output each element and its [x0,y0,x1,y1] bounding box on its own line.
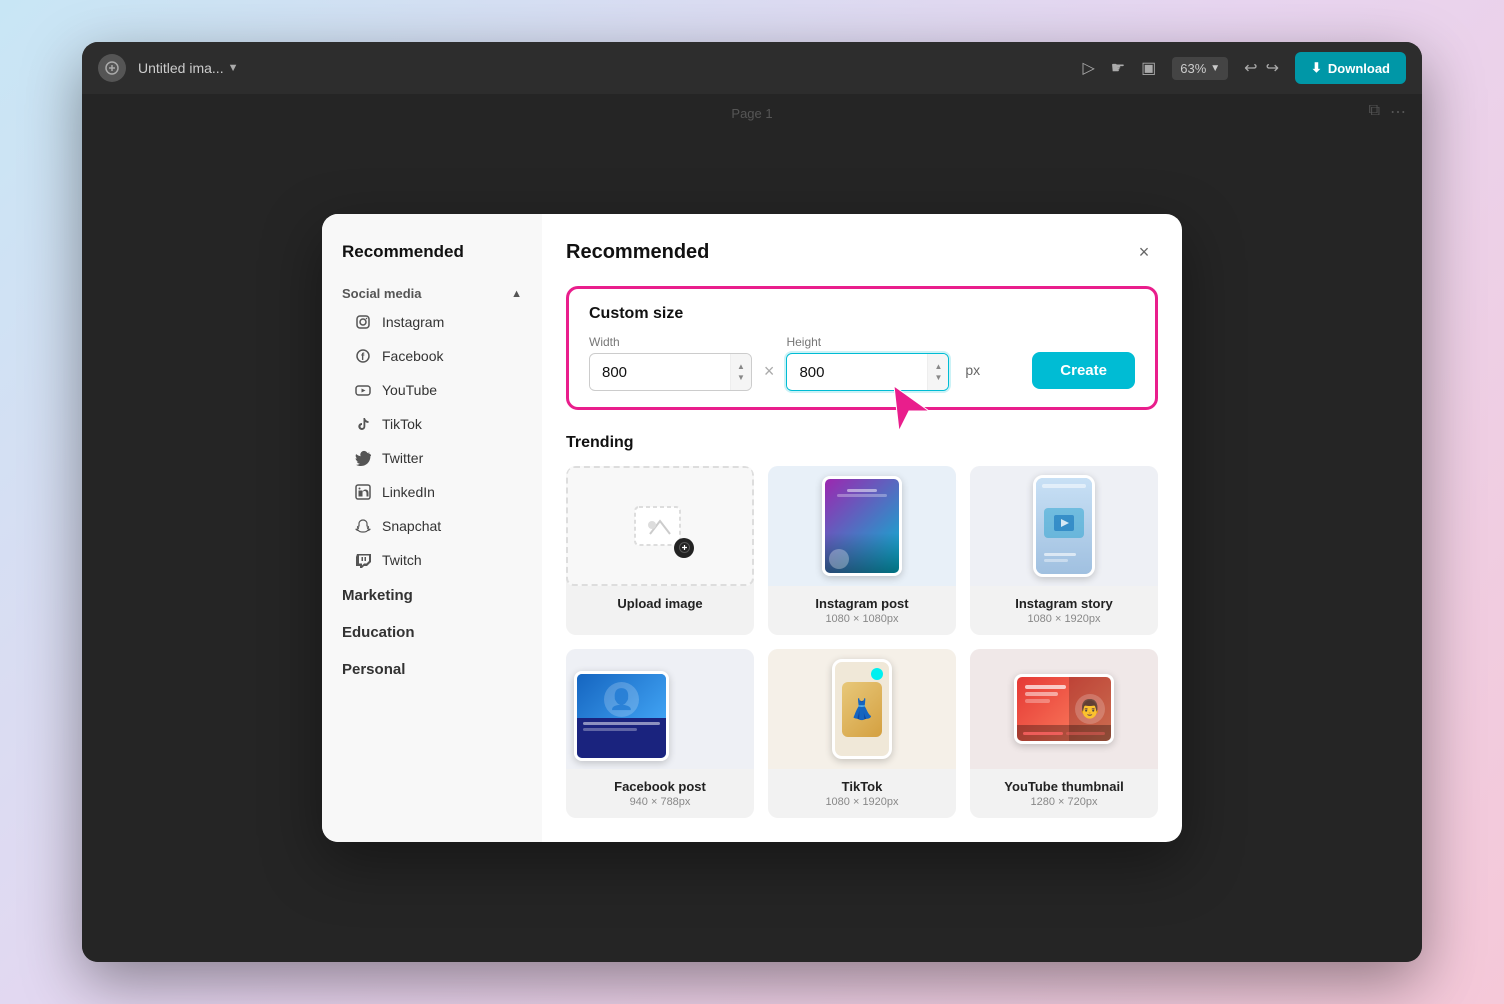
template-preview-facebook-post: 👤 [566,649,754,769]
sidebar-item-label: TikTok [382,416,422,432]
template-preview-instagram-story [970,466,1158,586]
top-bar-controls: ▷ ☛ ▣ 63% ▼ ↩ ↪ ⬇ Download [1082,52,1406,84]
modal-overlay: Recommended Social media ▲ [82,94,1422,962]
sidebar-item-marketing[interactable]: Marketing [322,577,542,614]
top-bar: Untitled ima... ▼ ▷ ☛ ▣ 63% ▼ ↩ ↪ ⬇ Down… [82,42,1422,94]
sidebar-social-media-category[interactable]: Social media ▲ [322,274,542,305]
sidebar-item-label: Snapchat [382,518,441,534]
sidebar-item-instagram[interactable]: Instagram [322,305,542,339]
template-name-instagram-story: Instagram story [980,596,1148,611]
width-input-wrapper: ▲ ▼ [589,353,752,391]
template-preview-youtube: 👨 [970,649,1158,769]
width-input-group: Width ▲ ▼ [589,335,752,391]
document-title[interactable]: Untitled ima... ▼ [138,60,238,76]
template-youtube-thumbnail[interactable]: 👨 [970,649,1158,818]
template-name-tiktok: TikTok [778,779,946,794]
custom-size-row: Width ▲ ▼ × [589,335,1135,391]
template-name-youtube: YouTube thumbnail [980,779,1148,794]
custom-size-box: Custom size Width ▲ ▼ [566,286,1158,410]
redo-icon[interactable]: ↪ [1266,58,1279,78]
custom-size-title: Custom size [589,305,1135,323]
template-name-instagram-post: Instagram post [778,596,946,611]
template-tiktok[interactable]: 👗 TikTok 1080 × 1920px [768,649,956,818]
template-size-instagram-story: 1080 × 1920px [980,613,1148,625]
template-info-facebook-post: Facebook post 940 × 788px [566,769,754,818]
app-window: Untitled ima... ▼ ▷ ☛ ▣ 63% ▼ ↩ ↪ ⬇ Down… [82,42,1422,962]
template-info-tiktok: TikTok 1080 × 1920px [768,769,956,818]
create-button[interactable]: Create [1032,352,1135,389]
width-spinner[interactable]: ▲ ▼ [730,354,751,390]
trending-title: Trending [566,434,1158,452]
sidebar-item-snapchat[interactable]: Snapchat [322,509,542,543]
sidebar-item-label: YouTube [382,382,437,398]
instagram-icon [354,313,372,331]
template-name-upload: Upload image [576,596,744,611]
close-button[interactable]: × [1130,238,1158,266]
undo-redo: ↩ ↪ [1244,58,1279,78]
template-name-facebook-post: Facebook post [576,779,744,794]
tiktok-icon [354,415,372,433]
modal-main-content: Recommended × Custom size Width [542,214,1182,842]
twitter-icon [354,449,372,467]
undo-icon[interactable]: ↩ [1244,58,1257,78]
sidebar-item-youtube[interactable]: YouTube [322,373,542,407]
sidebar-item-personal[interactable]: Personal [322,651,542,688]
title-dropdown-icon[interactable]: ▼ [228,62,239,74]
template-facebook-post[interactable]: 👤 [566,649,754,818]
sidebar-item-label: Twitch [382,552,422,568]
modal-title: Recommended [566,241,709,264]
download-icon: ⬇ [1311,60,1322,76]
youtube-icon [354,381,372,399]
template-preview-tiktok: 👗 [768,649,956,769]
linkedin-icon [354,483,372,501]
template-info-youtube: YouTube thumbnail 1280 × 720px [970,769,1158,818]
cursor-icon[interactable]: ☛ [1111,58,1125,78]
sidebar-recommended-label: Recommended [322,234,542,270]
template-size-instagram-post: 1080 × 1080px [778,613,946,625]
template-size-facebook-post: 940 × 788px [576,796,744,808]
templates-grid: Upload image [566,466,1158,818]
template-info-upload: Upload image [566,586,754,621]
layout-icon[interactable]: ▣ [1141,58,1156,78]
sidebar-item-facebook[interactable]: f Facebook [322,339,542,373]
upload-icon-wrapper [630,499,690,554]
template-info-instagram-post: Instagram post 1080 × 1080px [768,586,956,635]
modal-header: Recommended × [566,238,1158,266]
sidebar-item-linkedin[interactable]: LinkedIn [322,475,542,509]
template-instagram-post[interactable]: Instagram post 1080 × 1080px [768,466,956,635]
sidebar-item-label: Twitter [382,450,423,466]
template-size-tiktok: 1080 × 1920px [778,796,946,808]
facebook-icon: f [354,347,372,365]
sidebar-item-label: Facebook [382,348,443,364]
sidebar-item-label: Instagram [382,314,444,330]
sidebar-item-tiktok[interactable]: TikTok [322,407,542,441]
template-preview-upload [566,466,754,586]
template-instagram-story[interactable]: Instagram story 1080 × 1920px [970,466,1158,635]
modal-dialog: Recommended Social media ▲ [322,214,1182,842]
twitch-icon [354,551,372,569]
template-upload-image[interactable]: Upload image [566,466,754,635]
height-label: Height [786,335,949,349]
canvas-area: Page 1 ⧉ ⋯ Recommended Social media ▲ [82,94,1422,962]
template-preview-instagram-post [768,466,956,586]
play-icon[interactable]: ▷ [1082,58,1094,78]
download-button[interactable]: ⬇ Download [1295,52,1406,84]
width-label: Width [589,335,752,349]
chevron-up-icon: ▲ [511,288,522,300]
snapchat-icon [354,517,372,535]
modal-sidebar: Recommended Social media ▲ [322,214,542,842]
sidebar-item-education[interactable]: Education [322,614,542,651]
px-label: px [965,362,980,378]
width-input[interactable] [590,356,730,389]
close-icon: × [1139,242,1150,263]
sidebar-item-twitter[interactable]: Twitter [322,441,542,475]
sidebar-item-twitch[interactable]: Twitch [322,543,542,577]
app-logo [98,54,126,82]
template-size-youtube: 1280 × 720px [980,796,1148,808]
zoom-control[interactable]: 63% ▼ [1172,57,1228,80]
template-info-instagram-story: Instagram story 1080 × 1920px [970,586,1158,635]
sidebar-item-label: LinkedIn [382,484,435,500]
